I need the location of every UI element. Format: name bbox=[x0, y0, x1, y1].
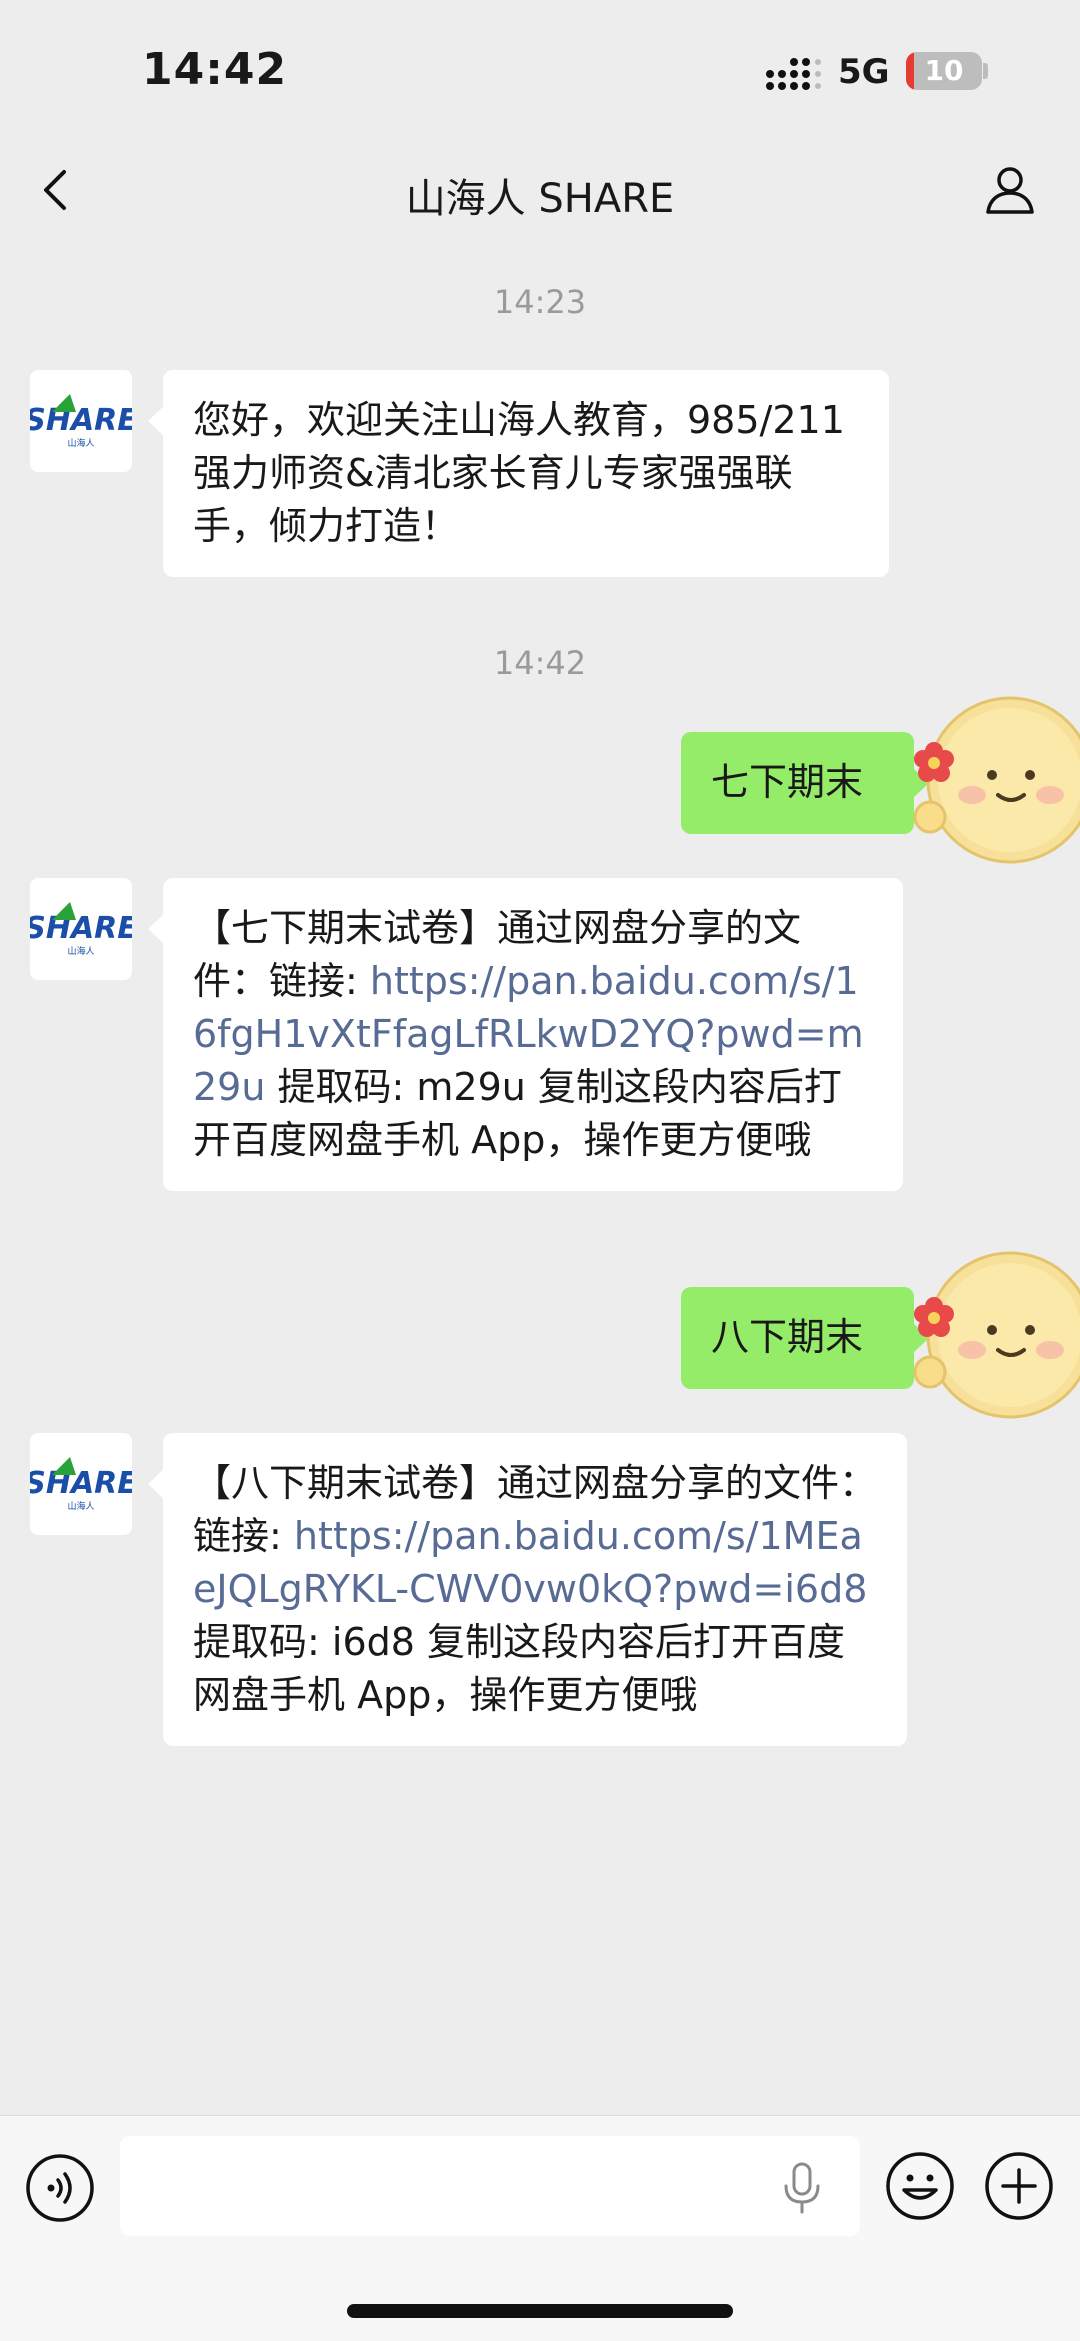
logo-subtext: 山海人 bbox=[67, 1500, 94, 1512]
battery-icon: 10 bbox=[906, 52, 982, 90]
message-text: 您好，欢迎关注山海人教育，985/211强力师资&清北家长育儿专家强强联手，倾力… bbox=[193, 398, 845, 548]
share-logo-icon: SHARE 山海人 bbox=[30, 1457, 132, 1512]
outgoing-message[interactable]: 八下期末 bbox=[681, 1287, 929, 1389]
network-label: 5G bbox=[838, 52, 890, 92]
avatar[interactable]: SHARE 山海人 bbox=[30, 1433, 132, 1535]
incoming-message[interactable]: 【七下期末试卷】通过网盘分享的文件：链接: https://pan.baidu.… bbox=[148, 878, 903, 1191]
status-time: 14:42 bbox=[142, 44, 288, 95]
share-link[interactable]: https://pan.baidu.com/s/1MEaeJQLgRYKL-CW… bbox=[193, 1514, 867, 1611]
signal-icon bbox=[766, 58, 821, 90]
chat-title: 山海人 SHARE bbox=[405, 176, 675, 222]
message-input[interactable] bbox=[120, 2136, 860, 2236]
smiley-flower-avatar-icon[interactable] bbox=[910, 695, 1080, 865]
message-timestamp: 14:42 bbox=[493, 644, 587, 682]
avatar[interactable]: SHARE 山海人 bbox=[30, 878, 132, 980]
logo-text: SHARE bbox=[30, 1466, 132, 1501]
plus-icon[interactable] bbox=[983, 2150, 1055, 2222]
mic-icon[interactable] bbox=[780, 2160, 824, 2216]
emoji-icon[interactable] bbox=[884, 2150, 956, 2222]
battery-tip bbox=[983, 63, 988, 79]
avatar[interactable]: SHARE 山海人 bbox=[30, 370, 132, 472]
person-icon[interactable] bbox=[980, 160, 1040, 220]
incoming-message[interactable]: 您好，欢迎关注山海人教育，985/211强力师资&清北家长育儿专家强强联手，倾力… bbox=[148, 370, 889, 577]
battery-level: 10 bbox=[924, 54, 964, 87]
logo-subtext: 山海人 bbox=[67, 437, 94, 449]
incoming-message[interactable]: 【八下期末试卷】通过网盘分享的文件：链接: https://pan.baidu.… bbox=[148, 1433, 907, 1746]
message-text: 八下期末 bbox=[711, 1315, 864, 1359]
smiley-flower-avatar-icon[interactable] bbox=[910, 1250, 1080, 1420]
message-text: 提取码: m29u 复制这段内容后打开百度网盘手机 App，操作更方便哦 bbox=[193, 1065, 842, 1162]
message-text: 七下期末 bbox=[711, 760, 864, 804]
voice-icon[interactable] bbox=[24, 2152, 96, 2224]
logo-subtext: 山海人 bbox=[67, 945, 94, 957]
home-indicator[interactable] bbox=[347, 2304, 733, 2318]
share-logo-icon: SHARE 山海人 bbox=[30, 394, 132, 449]
chat-screen: 14:42 5G 10 山海人 SHARE 14:23 SHARE 山海人 您好… bbox=[0, 0, 1080, 2341]
share-logo-icon: SHARE 山海人 bbox=[30, 902, 132, 957]
logo-text: SHARE bbox=[30, 403, 132, 438]
logo-text: SHARE bbox=[30, 911, 132, 946]
message-text: 提取码: i6d8 复制这段内容后打开百度网盘手机 App，操作更方便哦 bbox=[193, 1620, 845, 1717]
message-timestamp: 14:23 bbox=[493, 283, 587, 321]
outgoing-message[interactable]: 七下期末 bbox=[681, 732, 929, 834]
